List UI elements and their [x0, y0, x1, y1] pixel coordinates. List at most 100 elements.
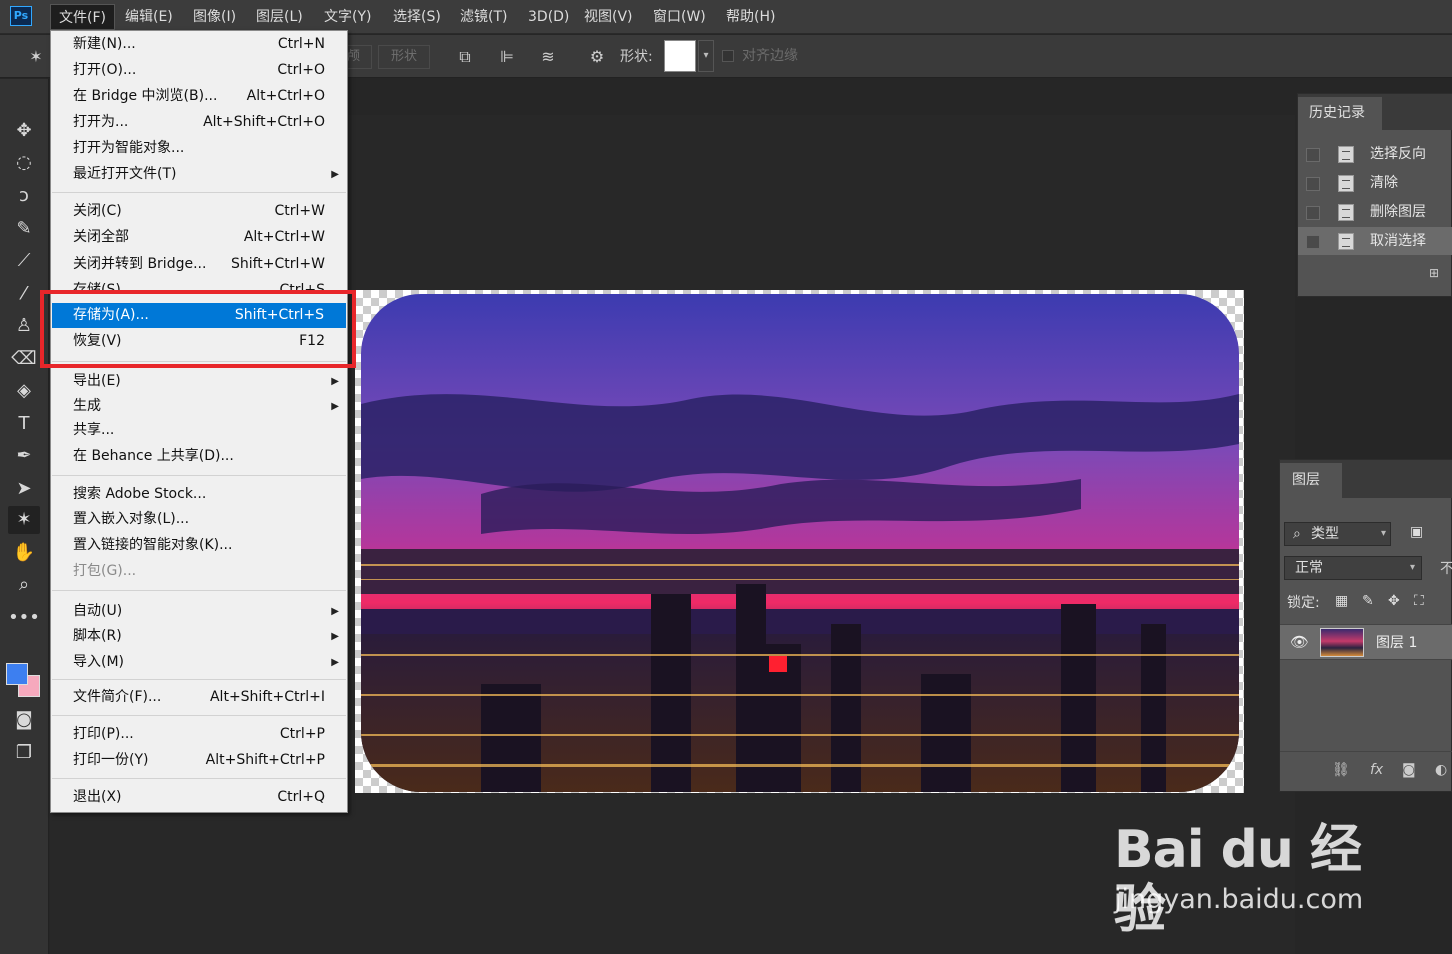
- menu-type[interactable]: 文字(Y): [316, 0, 379, 34]
- lock-transparent-pixels-icon[interactable]: ▦: [1335, 593, 1348, 609]
- history-state[interactable]: 选择反向: [1298, 140, 1452, 168]
- menu-item-print-one-copy[interactable]: 打印一份(Y) Alt+Shift+Ctrl+P: [51, 748, 347, 773]
- screen-mode-icon[interactable]: ❐: [8, 739, 40, 767]
- lock-image-pixels-icon[interactable]: ✎: [1362, 593, 1374, 609]
- menu-item-import[interactable]: 导入(M) ▶: [51, 650, 347, 675]
- menu-item-share-on-behance[interactable]: 在 Behance 上共享(D)...: [51, 444, 347, 469]
- menu-item-export[interactable]: 导出(E) ▶: [51, 369, 347, 394]
- brush-tool-icon[interactable]: ⁄: [8, 280, 40, 308]
- layer-mask-icon[interactable]: ◙: [1402, 762, 1416, 778]
- path-selection-tool-icon[interactable]: ➤: [8, 475, 40, 503]
- menu-item-generate[interactable]: 生成 ▶: [51, 394, 347, 419]
- history-state-label: 选择反向: [1370, 146, 1426, 162]
- chevron-down-icon[interactable]: ▾: [698, 40, 714, 72]
- type-tool-icon[interactable]: T: [8, 410, 40, 438]
- adjustment-layer-icon[interactable]: ◐: [1435, 762, 1447, 778]
- menu-separator: [52, 778, 346, 779]
- menu-item-print[interactable]: 打印(P)... Ctrl+P: [51, 722, 347, 747]
- menu-window[interactable]: 窗口(W): [645, 0, 714, 34]
- new-snapshot-icon[interactable]: ⊞: [1429, 266, 1445, 280]
- menu-item-open-as-smart-object[interactable]: 打开为智能对象...: [51, 136, 347, 161]
- history-state[interactable]: 删除图层: [1298, 198, 1452, 226]
- menu-layer[interactable]: 图层(L): [248, 0, 311, 34]
- path-arrangement-icon[interactable]: ≋: [536, 45, 560, 69]
- layers-panel: 图层 ⌕ 类型 ▾ ▣ 正常 ▾ 不 锁定: ▦ ✎ ✥ ⛶ 👁 图层 1 ⛓ …: [1279, 459, 1452, 792]
- link-icon[interactable]: ⛓: [1332, 762, 1350, 778]
- lock-artboard-icon[interactable]: ⛶: [1414, 593, 1424, 609]
- align-edges-checkbox[interactable]: [722, 50, 734, 62]
- layer-row[interactable]: 👁 图层 1: [1280, 624, 1452, 660]
- history-state-label: 取消选择: [1370, 233, 1426, 249]
- menu-item-open[interactable]: 打开(O)... Ctrl+O: [51, 58, 347, 83]
- menu-3d[interactable]: 3D(D): [520, 0, 577, 34]
- menu-view[interactable]: 视图(V): [576, 0, 641, 34]
- paint-bucket-tool-icon[interactable]: ◈: [8, 377, 40, 405]
- menu-select[interactable]: 选择(S): [385, 0, 449, 34]
- tab-history[interactable]: 历史记录: [1298, 97, 1382, 130]
- menu-item-close-all[interactable]: 关闭全部 Alt+Ctrl+W: [51, 225, 347, 250]
- history-state-label: 删除图层: [1370, 204, 1426, 220]
- menu-item-new[interactable]: 新建(N)... Ctrl+N: [51, 32, 347, 57]
- fx-button[interactable]: fx: [1370, 762, 1383, 778]
- shape-picker-swatch[interactable]: [664, 40, 696, 72]
- pen-tool-icon[interactable]: ✒: [8, 442, 40, 470]
- hand-tool-icon[interactable]: ✋: [8, 539, 40, 567]
- menu-file[interactable]: 文件(F): [50, 4, 115, 30]
- custom-shape-tool-icon[interactable]: ✶: [8, 506, 40, 534]
- menu-item-place-embedded[interactable]: 置入嵌入对象(L)...: [51, 507, 347, 532]
- lasso-tool-icon[interactable]: ↄ: [8, 182, 40, 210]
- history-source-checkbox[interactable]: [1306, 206, 1320, 220]
- menu-item-open-as[interactable]: 打开为... Alt+Shift+Ctrl+O: [51, 110, 347, 135]
- image-filter-icon[interactable]: ▣: [1410, 524, 1423, 540]
- history-source-checkbox[interactable]: [1306, 148, 1320, 162]
- stamp-tool-icon[interactable]: ♙: [8, 312, 40, 340]
- menu-item-search-adobe-stock[interactable]: 搜索 Adobe Stock...: [51, 482, 347, 507]
- menu-help[interactable]: 帮助(H): [718, 0, 783, 34]
- menu-item-file-info[interactable]: 文件简介(F)... Alt+Shift+Ctrl+I: [51, 685, 347, 710]
- menu-item-automate[interactable]: 自动(U) ▶: [51, 599, 347, 624]
- menu-image[interactable]: 图像(I): [185, 0, 244, 34]
- history-source-checkbox[interactable]: [1306, 235, 1320, 249]
- menu-item-scripts[interactable]: 脚本(R) ▶: [51, 624, 347, 649]
- menu-item-close-and-go-to-bridge[interactable]: 关闭并转到 Bridge... Shift+Ctrl+W: [51, 252, 347, 277]
- custom-shape-tool-icon[interactable]: ✶: [24, 45, 48, 69]
- menu-edit[interactable]: 编辑(E): [117, 0, 181, 34]
- eyedropper-tool-icon[interactable]: ⟋: [8, 247, 40, 275]
- history-state-selected[interactable]: 取消选择: [1298, 227, 1452, 255]
- menu-item-open-recent[interactable]: 最近打开文件(T) ▶: [51, 162, 347, 187]
- quick-mask-icon[interactable]: ◙: [8, 706, 40, 734]
- menu-item-label: 在 Bridge 中浏览(B)...: [73, 88, 218, 104]
- lock-position-icon[interactable]: ✥: [1388, 593, 1400, 609]
- layer-name[interactable]: 图层 1: [1376, 625, 1417, 661]
- menu-item-place-linked[interactable]: 置入链接的智能对象(K)...: [51, 533, 347, 558]
- gear-icon[interactable]: ⚙: [585, 45, 609, 69]
- quick-selection-tool-icon[interactable]: ✎: [8, 215, 40, 243]
- path-alignment-icon[interactable]: ⊫: [495, 45, 519, 69]
- move-tool-icon[interactable]: ✥: [8, 117, 40, 145]
- eraser-tool-icon[interactable]: ⌫: [8, 345, 40, 373]
- layer-thumbnail[interactable]: [1320, 628, 1364, 657]
- path-operations-icon[interactable]: ⧉: [453, 45, 477, 69]
- menu-filter[interactable]: 滤镜(T): [452, 0, 515, 34]
- menu-item-share[interactable]: 共享...: [51, 418, 347, 443]
- menu-item-exit[interactable]: 退出(X) Ctrl+Q: [51, 785, 347, 810]
- menu-item-browse-in-bridge[interactable]: 在 Bridge 中浏览(B)... Alt+Ctrl+O: [51, 84, 347, 109]
- city-night-photo[interactable]: [361, 294, 1239, 792]
- foreground-color-swatch[interactable]: [6, 663, 28, 685]
- tab-layers[interactable]: 图层: [1280, 463, 1342, 498]
- highlight-callout-box: [40, 290, 356, 368]
- history-source-checkbox[interactable]: [1306, 177, 1320, 191]
- more-tools-icon[interactable]: •••: [8, 604, 40, 632]
- eye-icon[interactable]: 👁: [1290, 633, 1309, 651]
- menu-item-shortcut: Alt+Ctrl+O: [246, 88, 325, 104]
- menu-item-close[interactable]: 关闭(C) Ctrl+W: [51, 199, 347, 224]
- menu-item-save[interactable]: 存储(S) Ctrl+S: [51, 278, 347, 290]
- zoom-tool-icon[interactable]: ⌕: [8, 571, 40, 599]
- menu-item-shortcut: Ctrl+N: [277, 36, 325, 52]
- history-state[interactable]: 清除: [1298, 169, 1452, 197]
- blend-mode-select[interactable]: 正常 ▾: [1284, 556, 1422, 580]
- marquee-tool-icon[interactable]: ◌: [8, 149, 40, 177]
- shape-mode-button[interactable]: 形状: [378, 45, 431, 69]
- photoshop-logo[interactable]: Ps: [10, 6, 32, 26]
- layer-kind-filter[interactable]: ⌕ 类型 ▾: [1284, 522, 1391, 546]
